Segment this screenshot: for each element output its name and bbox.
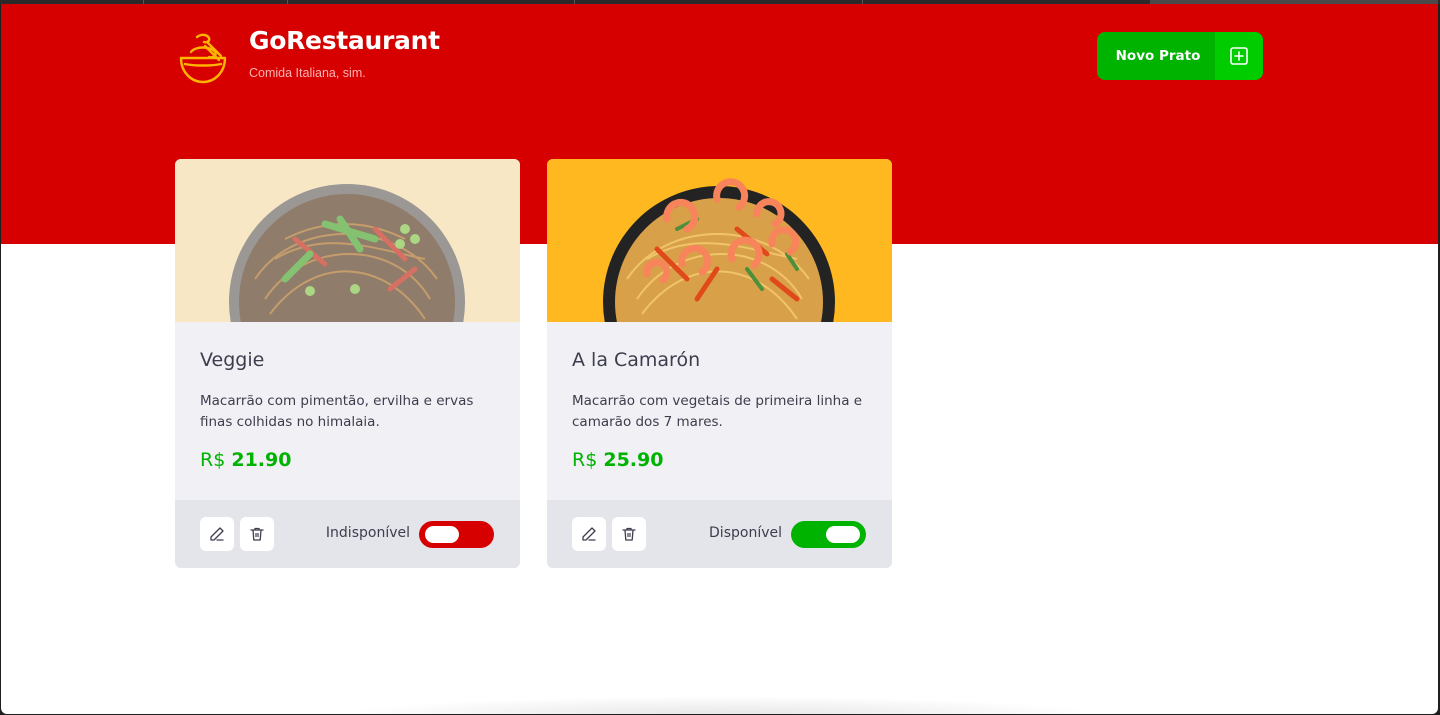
toggle-knob (826, 526, 860, 543)
dish-info: Veggie Macarrão com pimentão, ervilha e … (175, 322, 520, 500)
app-title: GoRestaurant (249, 26, 440, 55)
availability-toggle[interactable] (419, 521, 494, 548)
noodle-bowl-photo (175, 159, 520, 322)
dish-actions: Indisponível (175, 500, 520, 568)
bottom-shadow (331, 696, 1111, 714)
plus-square-icon (1215, 32, 1263, 80)
price-value: 25.90 (603, 449, 664, 471)
bowl-icon (179, 33, 227, 84)
dish-description: Macarrão com vegetais de primeira linha … (572, 393, 863, 430)
dish-name: Veggie (200, 349, 265, 371)
app-subtitle: Comida Italiana, sim. (249, 66, 366, 80)
dish-price: R$ 21.90 (200, 449, 291, 471)
dish-price: R$ 25.90 (572, 449, 663, 471)
edit-dish-button[interactable] (572, 517, 606, 551)
availability-toggle[interactable] (791, 521, 866, 548)
price-value: 21.90 (231, 449, 292, 471)
price-currency: R$ (572, 449, 598, 471)
dish-image (175, 159, 520, 322)
pencil-icon (210, 527, 224, 541)
dish-name: A la Camarón (572, 349, 701, 371)
availability-label: Indisponível (325, 525, 410, 541)
edit-dish-button[interactable] (200, 517, 234, 551)
toggle-knob (425, 526, 459, 543)
trash-icon (622, 527, 636, 541)
dish-image (547, 159, 892, 322)
delete-dish-button[interactable] (240, 517, 274, 551)
dish-actions: Disponível (547, 500, 892, 568)
dish-info: A la Camarón Macarrão com vegetais de pr… (547, 322, 892, 500)
trash-icon (250, 527, 264, 541)
new-dish-label: Novo Prato (1115, 48, 1201, 64)
shrimp-pasta-photo (603, 178, 835, 322)
delete-dish-button[interactable] (612, 517, 646, 551)
dish-card: A la Camarón Macarrão com vegetais de pr… (547, 159, 892, 568)
new-dish-button[interactable]: Novo Prato (1097, 32, 1263, 80)
page-viewport: GoRestaurant Comida Italiana, sim. Novo … (1, 4, 1438, 714)
price-currency: R$ (200, 449, 226, 471)
dish-card: Veggie Macarrão com pimentão, ervilha e … (175, 159, 520, 568)
pencil-icon (582, 527, 596, 541)
availability-label: Disponível (709, 525, 782, 541)
dish-description: Macarrão com pimentão, ervilha e ervas f… (200, 393, 474, 430)
